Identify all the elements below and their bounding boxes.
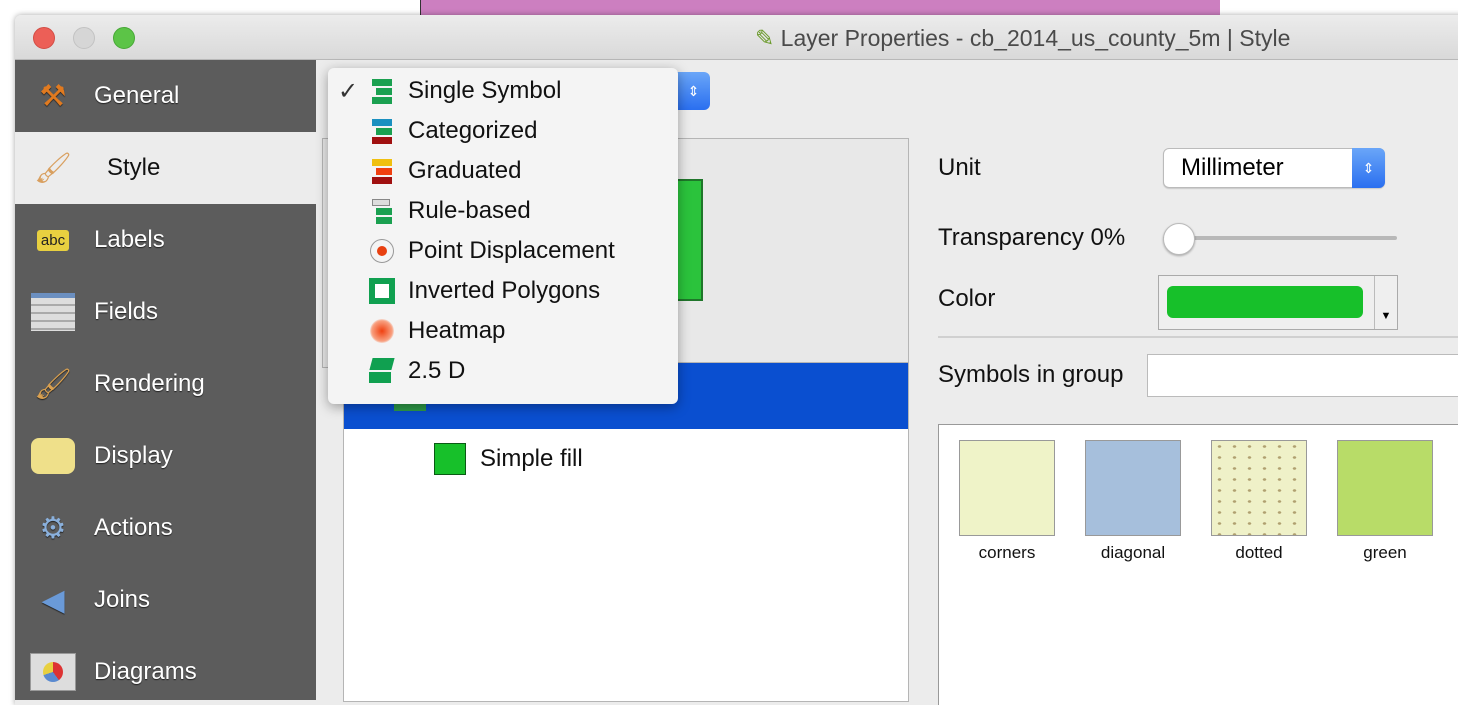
menu-item-point-displacement[interactable]: Point Displacement (328, 231, 678, 271)
symbol-swatch (959, 440, 1055, 536)
inverted-polygons-icon (368, 277, 396, 305)
layer-properties-window: ✎ Layer Properties - cb_2014_us_county_5… (15, 15, 1458, 705)
point-displacement-icon (368, 237, 396, 265)
symbol-item-dotted[interactable]: dotted (1209, 440, 1309, 563)
menu-item-label: Single Symbol (408, 77, 562, 104)
join-arrow-icon: ◀ (41, 583, 65, 617)
color-button[interactable]: ▼ (1158, 275, 1398, 330)
sidebar-item-label: Rendering (94, 370, 205, 397)
unit-select[interactable]: Millimeter ⇕ (1163, 148, 1385, 188)
symbol-name: corners (978, 543, 1036, 562)
symbol-name: diagonal (1100, 543, 1166, 562)
sidebar-item-diagrams[interactable]: Diagrams (15, 636, 316, 705)
sidebar-item-labels[interactable]: abc Labels (15, 204, 316, 276)
menu-item-heatmap[interactable]: Heatmap (328, 311, 678, 351)
menu-item-label: 2.5 D (408, 357, 466, 384)
sidebar-item-general[interactable]: ⚒ General (15, 60, 316, 132)
map-canvas-background (420, 0, 1220, 15)
symbol-swatch (1211, 440, 1307, 536)
window-title: ✎ Layer Properties - cb_2014_us_county_5… (755, 25, 1290, 52)
dropdown-arrow-icon[interactable]: ▼ (1374, 276, 1397, 329)
symbols-in-group-label: Symbols in group (938, 361, 1124, 388)
sidebar-item-label: Diagrams (94, 658, 197, 685)
close-button[interactable] (33, 27, 55, 49)
zoom-button[interactable] (113, 27, 135, 49)
transparency-slider-handle[interactable] (1163, 223, 1195, 255)
chevron-updown-icon: ⇕ (1352, 148, 1385, 188)
symbol-library-list[interactable]: corners diagonal dotted green (938, 424, 1458, 705)
sidebar-item-label: Joins (94, 586, 151, 613)
menu-item-label: Heatmap (408, 317, 506, 344)
symbol-item-green[interactable]: green (1335, 440, 1435, 563)
sidebar-item-label: General (94, 82, 180, 109)
menu-item-rule-based[interactable]: Rule-based (328, 191, 678, 231)
paintbrush-icon: 🖌 (33, 151, 73, 185)
qgis-icon: ✎ (755, 25, 775, 51)
gear-play-icon: ⚙ (39, 511, 67, 545)
sidebar-item-label: Labels (94, 226, 165, 253)
speech-bubble-icon (27, 432, 79, 480)
menu-item-label: Inverted Polygons (408, 277, 601, 304)
menu-item-2-5-d[interactable]: 2.5 D (328, 351, 678, 391)
menu-item-categorized[interactable]: Categorized (328, 111, 678, 151)
menu-item-graduated[interactable]: Graduated (328, 151, 678, 191)
symbol-swatch (1337, 440, 1433, 536)
sidebar-item-rendering[interactable]: 🖌 Rendering (15, 348, 316, 420)
pie-chart-icon (27, 648, 79, 696)
transparency-slider[interactable] (1163, 236, 1397, 240)
color-label: Color (938, 285, 996, 312)
unit-label: Unit (938, 154, 981, 181)
brush-icon: 🖌 (33, 367, 73, 401)
unit-value: Millimeter (1181, 154, 1284, 181)
sidebar-item-actions[interactable]: ⚙ Actions (15, 492, 316, 564)
symbol-item-diagonal[interactable]: diagonal (1083, 440, 1183, 563)
divider (938, 336, 1458, 338)
sidebar-item-joins[interactable]: ◀ Joins (15, 564, 316, 636)
tree-row-simple-fill[interactable]: Simple fill (434, 443, 583, 475)
graduated-icon (368, 157, 396, 185)
menu-item-label: Rule-based (408, 197, 531, 224)
sidebar: ⚒ General 🖌 Style abc Labels Fields 🖌 Render… (15, 60, 316, 700)
rule-based-icon (368, 197, 396, 225)
menu-item-label: Graduated (408, 157, 522, 184)
minimize-button[interactable] (73, 27, 95, 49)
menu-item-label: Point Displacement (408, 237, 615, 264)
checkmark-icon: ✓ (337, 77, 359, 105)
renderer-type-menu: ✓ Single Symbol Categorized Graduated Rul… (328, 68, 678, 404)
heatmap-icon (368, 317, 396, 345)
symbol-name: dotted (1235, 543, 1283, 562)
menu-item-label: Categorized (408, 117, 538, 144)
table-icon (27, 288, 79, 336)
symbol-layer-tree[interactable]: Simple fill (343, 362, 909, 702)
symbol-name: green (1363, 543, 1407, 562)
menu-item-single-symbol[interactable]: ✓ Single Symbol (328, 71, 678, 111)
sidebar-item-label: Display (94, 442, 173, 469)
tools-icon: ⚒ (39, 79, 67, 113)
simple-fill-label: Simple fill (480, 445, 583, 472)
single-symbol-icon (368, 77, 396, 105)
symbol-swatch (1085, 440, 1181, 536)
symbols-group-input[interactable] (1147, 354, 1458, 397)
sidebar-item-style[interactable]: 🖌 Style (15, 132, 316, 204)
renderer-combo-arrow[interactable]: ⇕ (677, 72, 710, 110)
sidebar-item-label: Style (107, 154, 161, 181)
sidebar-item-label: Actions (94, 514, 173, 541)
categorized-icon (368, 117, 396, 145)
title-bar: ✎ Layer Properties - cb_2014_us_county_5… (15, 15, 1458, 60)
symbol-item-corners[interactable]: corners (957, 440, 1057, 563)
2-5d-icon (368, 357, 396, 385)
window-title-text: Layer Properties - cb_2014_us_county_5m … (780, 25, 1291, 51)
color-swatch (1167, 286, 1363, 318)
sidebar-item-label: Fields (94, 298, 159, 325)
sidebar-item-fields[interactable]: Fields (15, 276, 316, 348)
sidebar-item-display[interactable]: Display (15, 420, 316, 492)
transparency-label: Transparency 0% (938, 224, 1126, 251)
menu-item-inverted-polygons[interactable]: Inverted Polygons (328, 271, 678, 311)
simple-fill-swatch (434, 443, 466, 475)
labels-abc-icon: abc (27, 216, 79, 264)
